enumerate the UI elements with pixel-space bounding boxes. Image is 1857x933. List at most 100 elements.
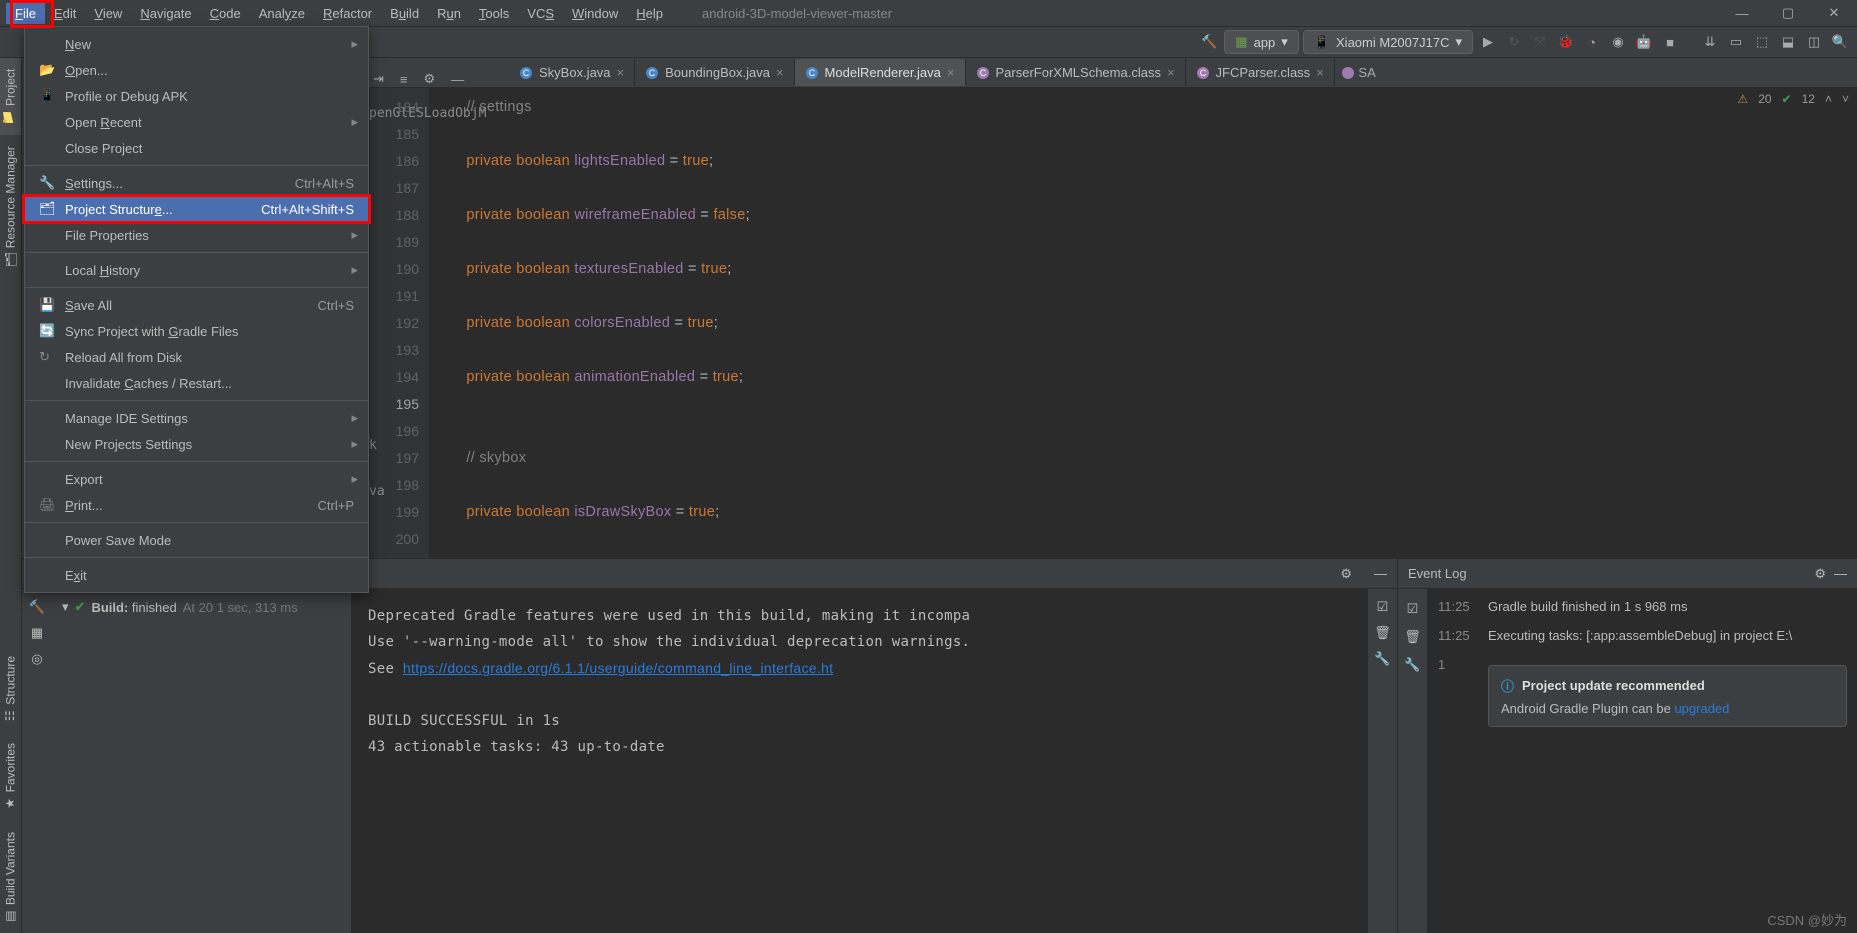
menu-item-sync-project-with-gradle-files[interactable]: 🔄Sync Project with Gradle Files <box>25 318 368 344</box>
menu-item-invalidate-caches-restart[interactable]: Invalidate Caches / Restart... <box>25 370 368 396</box>
run-config-selector[interactable]: ▦ app ▾ <box>1224 30 1299 54</box>
menu-build[interactable]: Build <box>381 3 428 24</box>
close-icon[interactable]: × <box>1167 65 1175 80</box>
ok-count: 12 <box>1802 92 1815 106</box>
close-icon[interactable]: × <box>776 65 784 80</box>
tool-window-resource-manager[interactable]: 🗂Resource Manager <box>0 135 21 277</box>
grid-icon[interactable]: ▦ <box>31 625 43 641</box>
menu-item-open-recent[interactable]: Open Recent▸ <box>25 109 368 135</box>
chevron-up-icon[interactable]: ˄ <box>1825 92 1832 106</box>
editor-tab[interactable]: CSkyBox.java× <box>509 59 635 86</box>
watermark: CSDN @妙为 <box>1767 910 1847 929</box>
build-console[interactable]: Deprecated Gradle features were used in … <box>352 589 1367 933</box>
layout-inspector-icon[interactable]: ⬓ <box>1777 31 1799 53</box>
menu-view[interactable]: View <box>85 3 131 24</box>
tool-window-build-variants[interactable]: ▤Build Variants <box>0 821 21 933</box>
expand-toggle-icon[interactable]: ▾ <box>62 599 69 615</box>
menu-item-power-save-mode[interactable]: Power Save Mode <box>25 527 368 553</box>
menu-item-project-structure[interactable]: 🗂Project Structure...Ctrl+Alt+Shift+S <box>25 196 368 222</box>
menu-analyze[interactable]: Analyze <box>250 3 314 24</box>
tool-window-project[interactable]: 📁Project <box>0 58 21 135</box>
close-icon[interactable]: × <box>947 65 955 80</box>
code-content[interactable]: // settings private boolean lightsEnable… <box>429 88 1857 558</box>
menu-file[interactable]: File <box>6 3 45 24</box>
menu-edit[interactable]: Edit <box>45 3 85 24</box>
search-icon[interactable]: 🔍 <box>1829 31 1851 53</box>
run-icon[interactable]: ▶ <box>1477 31 1499 53</box>
rerun-icon[interactable]: ↻ <box>1503 31 1525 53</box>
build-tree[interactable]: ▾ ✔ Build: finished At 20 1 sec, 313 ms <box>52 589 352 933</box>
close-icon[interactable]: × <box>1316 65 1324 80</box>
menu-item-settings[interactable]: 🔧Settings...Ctrl+Alt+S <box>25 170 368 196</box>
wrench-icon[interactable]: 🔧 <box>1374 651 1390 667</box>
gradle-docs-link[interactable]: https://docs.gradle.org/6.1.1/userguide/… <box>403 660 833 676</box>
menu-item-save-all[interactable]: 💾Save AllCtrl+S <box>25 292 368 318</box>
tool-window-structure[interactable]: ☷Structure <box>0 645 21 733</box>
gear-icon[interactable]: ⚙ <box>1340 566 1352 582</box>
window-minimize[interactable]: ― <box>1719 0 1765 26</box>
menu-tools[interactable]: Tools <box>470 3 518 24</box>
stop-icon[interactable]: ■ <box>1659 31 1681 53</box>
trash-icon[interactable]: 🗑 <box>1374 625 1391 641</box>
hammer-icon[interactable]: 🔨 <box>1198 31 1220 53</box>
menu-help[interactable]: Help <box>627 3 672 24</box>
event-log-content[interactable]: 11:25Gradle build finished in 1 s 968 ms… <box>1428 589 1857 933</box>
menu-item-new[interactable]: New▸ <box>25 31 368 57</box>
avd-manager-icon[interactable]: ▭ <box>1725 31 1747 53</box>
checklist-icon[interactable]: ☑ <box>1377 599 1389 615</box>
menu-item-new-projects-settings[interactable]: New Projects Settings▸ <box>25 431 368 457</box>
menu-code[interactable]: Code <box>201 3 250 24</box>
sdk-manager-icon[interactable]: ⬚ <box>1751 31 1773 53</box>
indent-icon[interactable]: ⇥ <box>369 71 388 87</box>
checklist-icon[interactable]: ☑ <box>1407 601 1419 617</box>
trash-icon[interactable]: 🗑 <box>1404 629 1421 645</box>
menu-refactor[interactable]: Refactor <box>314 3 381 24</box>
android-robot-icon[interactable]: 🤖 <box>1633 31 1655 53</box>
minus-icon[interactable]: ― <box>1834 566 1847 581</box>
hammer-icon[interactable]: 🔨 <box>29 599 45 615</box>
gear-icon[interactable]: ⚙ <box>1814 566 1826 582</box>
attach-debugger-icon[interactable]: ◉ <box>1607 31 1629 53</box>
chevron-down-icon[interactable]: ˅ <box>1842 92 1849 106</box>
info-icon: ⓘ <box>1501 676 1514 695</box>
minus-icon[interactable]: ― <box>447 72 468 87</box>
editor-tab[interactable]: CModelRenderer.java× <box>795 59 966 86</box>
menu-run[interactable]: Run <box>428 3 470 24</box>
close-icon[interactable]: × <box>617 65 625 80</box>
cube-icon[interactable]: ◫ <box>1803 31 1825 53</box>
menu-window[interactable]: Window <box>563 3 627 24</box>
upgrade-link[interactable]: upgraded <box>1674 701 1729 716</box>
submenu-arrow-icon: ▸ <box>351 36 358 52</box>
menu-item-file-properties[interactable]: File Properties▸ <box>25 222 368 248</box>
left-tool-rail: 📁Project 🗂Resource Manager ☷Structure ★F… <box>0 58 22 933</box>
menu-item-print[interactable]: 🖨Print...Ctrl+P <box>25 492 368 518</box>
code-inspection-summary[interactable]: ⚠20 ✔12 ˄ ˅ <box>1737 92 1849 106</box>
menu-item-export[interactable]: Export▸ <box>25 466 368 492</box>
menu-navigate[interactable]: Navigate <box>131 3 200 24</box>
menu-item-open[interactable]: 📂Open... <box>25 57 368 83</box>
device-selector[interactable]: 📱 Xiaomi M2007J17C ▾ <box>1303 30 1473 54</box>
menu-vcs[interactable]: VCS <box>518 3 563 24</box>
window-close[interactable]: ✕ <box>1811 0 1857 26</box>
menu-item-close-project[interactable]: Close Project <box>25 135 368 161</box>
vcs-update-icon[interactable]: ⇊ <box>1699 31 1721 53</box>
profile-icon[interactable]: ◔ <box>1581 31 1603 53</box>
coverage-icon[interactable]: ⤧ <box>1529 31 1551 53</box>
minus-icon[interactable]: ― <box>1374 566 1387 581</box>
menu-item-profile-or-debug-apk[interactable]: 📱Profile or Debug APK <box>25 83 368 109</box>
menu-item-local-history[interactable]: Local History▸ <box>25 257 368 283</box>
debug-icon[interactable]: 🐞 <box>1555 31 1577 53</box>
menu-item-exit[interactable]: Exit <box>25 562 368 588</box>
gear-icon[interactable]: ⚙ <box>420 71 440 87</box>
menu-item-reload-all-from-disk[interactable]: ↻Reload All from Disk <box>25 344 368 370</box>
window-maximize[interactable]: ▢ <box>1765 0 1811 26</box>
menu-item-label: Profile or Debug APK <box>65 89 188 104</box>
editor-tab[interactable]: CBoundingBox.java× <box>635 59 794 86</box>
menu-item-manage-ide-settings[interactable]: Manage IDE Settings▸ <box>25 405 368 431</box>
editor-tab[interactable]: CJFCParser.class× <box>1186 59 1335 86</box>
tool-window-favorites[interactable]: ★Favorites <box>0 732 21 820</box>
target-icon[interactable]: ◎ <box>31 651 42 667</box>
wrench-icon[interactable]: 🔧 <box>1404 657 1420 673</box>
editor-tab[interactable]: CParserForXMLSchema.class× <box>966 59 1186 86</box>
filter-icon[interactable]: ≡ <box>396 72 412 87</box>
